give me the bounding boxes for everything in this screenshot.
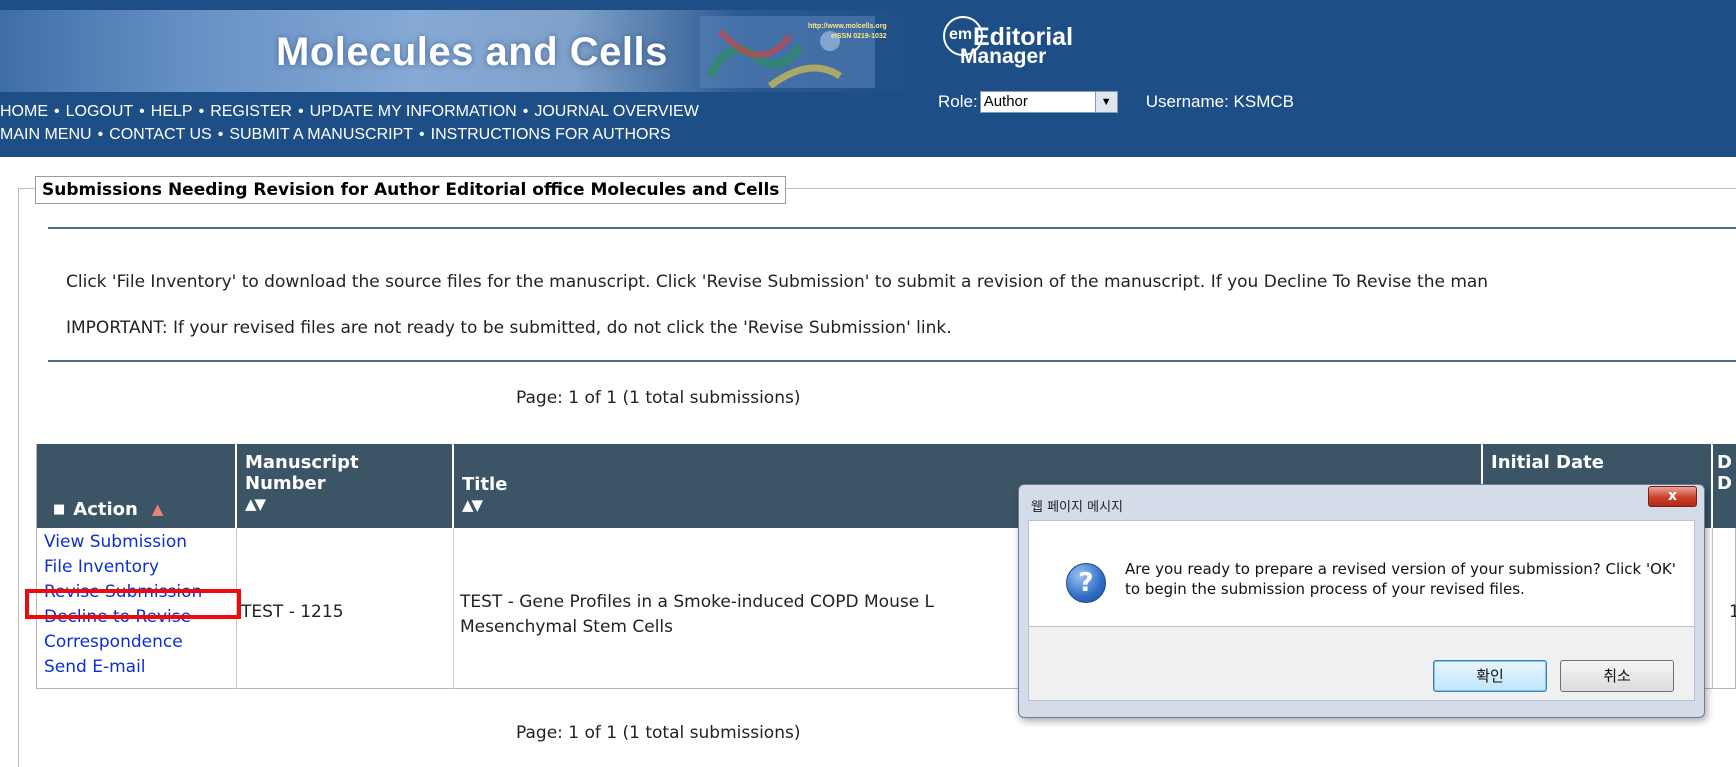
cell-divider xyxy=(1712,528,1713,689)
nav-help[interactable]: HELP xyxy=(151,103,193,120)
nav-main-menu[interactable]: MAIN MENU xyxy=(0,126,92,143)
nav-separator: • xyxy=(97,126,104,143)
journal-issn: eISSN 0219-1032 xyxy=(831,33,887,40)
dialog-body: ? Are you ready to prepare a revised ver… xyxy=(1028,520,1695,627)
column-label-d2: D xyxy=(1717,473,1732,494)
nav-separator: • xyxy=(217,126,224,143)
dialog-titlebar[interactable]: 웹 페이지 메시지 x xyxy=(1019,485,1704,521)
correspondence-link[interactable]: Correspondence xyxy=(44,630,202,655)
pagination-bottom: Page: 1 of 1 (1 total submissions) xyxy=(516,723,801,743)
file-inventory-link[interactable]: File Inventory xyxy=(44,555,202,580)
pagination-top: Page: 1 of 1 (1 total submissions) xyxy=(516,388,801,408)
column-label-manuscript: Manuscript xyxy=(245,452,359,473)
question-icon: ? xyxy=(1066,563,1106,603)
confirm-dialog: 웹 페이지 메시지 x ? Are you ready to prepare a… xyxy=(1018,484,1705,718)
column-header-manuscript-number[interactable]: Manuscript Number ▲▼ xyxy=(237,444,453,528)
important-notice: IMPORTANT: If your revised files are not… xyxy=(66,318,952,338)
divider xyxy=(48,360,1736,362)
nav-separator: • xyxy=(54,103,60,120)
instructions-text: Click 'File Inventory' to download the s… xyxy=(66,272,1489,292)
journal-title: Molecules and Cells xyxy=(276,30,668,74)
column-header-action[interactable]: ■ Action ▲ xyxy=(37,444,236,528)
nav-home[interactable]: HOME xyxy=(0,103,48,120)
journal-url: http://www.molcells.org xyxy=(808,23,887,30)
title-line1: TEST - Gene Profiles in a Smoke-induced … xyxy=(460,592,935,612)
dialog-message: Are you ready to prepare a revised versi… xyxy=(1125,560,1676,598)
d-cell: 1 xyxy=(1729,602,1736,622)
nav-row-2: MAIN MENU • CONTACT US • SUBMIT A MANUSCRIPT… xyxy=(0,126,671,144)
nav-separator: • xyxy=(419,126,425,143)
journal-banner: Molecules and Cells http://www.molcells.… xyxy=(0,10,925,92)
nav-separator: • xyxy=(139,103,145,120)
nav-register[interactable]: REGISTER xyxy=(210,103,292,120)
nav-update-my-information[interactable]: UPDATE MY INFORMATION xyxy=(310,103,517,120)
column-label-number: Number xyxy=(245,473,326,494)
nav-contact-us[interactable]: CONTACT US xyxy=(109,126,212,143)
role-label: Role: xyxy=(938,92,978,111)
username-label: Username: KSMCB xyxy=(1145,92,1295,111)
nav-instructions-for-authors[interactable]: INSTRUCTIONS FOR AUTHORS xyxy=(431,126,671,143)
ok-button[interactable]: 확인 xyxy=(1433,660,1547,692)
section-title: Submissions Needing Revision for Author … xyxy=(35,176,787,204)
manuscript-number-cell: TEST - 1215 xyxy=(241,602,344,622)
close-button[interactable]: x xyxy=(1648,486,1697,507)
collapse-icon[interactable]: ■ xyxy=(53,499,65,520)
nav-row-1: HOME • LOGOUT • HELP • REGISTER • UPDATE MY INFO… xyxy=(0,103,699,121)
column-label-action: Action xyxy=(73,499,138,520)
view-submission-link[interactable]: View Submission xyxy=(44,530,202,555)
sort-up-icon[interactable]: ▲ xyxy=(152,499,164,520)
nav-separator: • xyxy=(297,103,304,120)
nav-separator: • xyxy=(198,103,205,120)
cell-divider xyxy=(453,528,454,689)
role-select[interactable]: Author ▼ xyxy=(979,91,1118,113)
divider xyxy=(48,227,1736,229)
column-header-d[interactable]: D D xyxy=(1713,444,1736,528)
title-cell: TEST - Gene Profiles in a Smoke-induced … xyxy=(460,590,1020,640)
column-label-d1: D xyxy=(1717,452,1732,473)
journal-url-badge: http://www.molcells.org eISSN 0219-1032 xyxy=(808,22,887,42)
nav-logout[interactable]: LOGOUT xyxy=(66,103,134,120)
nav-submit-a-manuscript[interactable]: SUBMIT A MANUSCRIPT xyxy=(229,126,413,143)
title-line2: Mesenchymal Stem Cells xyxy=(460,617,674,637)
nav-journal-overview[interactable]: JOURNAL OVERVIEW xyxy=(534,103,698,120)
sort-icon[interactable]: ▲▼ xyxy=(245,494,359,515)
revise-submission-highlight xyxy=(25,589,241,619)
dialog-title: 웹 페이지 메시지 xyxy=(1031,500,1123,515)
nav-separator: • xyxy=(522,103,529,120)
role-select-value: Author xyxy=(983,93,1028,110)
site-header: Molecules and Cells http://www.molcells.… xyxy=(0,0,1736,157)
chevron-down-icon[interactable]: ▼ xyxy=(1094,92,1117,112)
send-email-link[interactable]: Send E-mail xyxy=(44,655,202,680)
role-area: Role: Author ▼ Username: KSMCB xyxy=(938,91,1294,113)
sort-icon[interactable]: ▲▼ xyxy=(462,495,507,516)
cancel-button[interactable]: 취소 xyxy=(1560,660,1674,692)
em-logo-line2: Manager xyxy=(960,45,1047,68)
column-label-initial-date: Initial Date xyxy=(1491,452,1604,473)
editorial-manager-logo: em Editorial Manager xyxy=(943,16,1113,76)
column-label-title: Title xyxy=(462,474,508,495)
